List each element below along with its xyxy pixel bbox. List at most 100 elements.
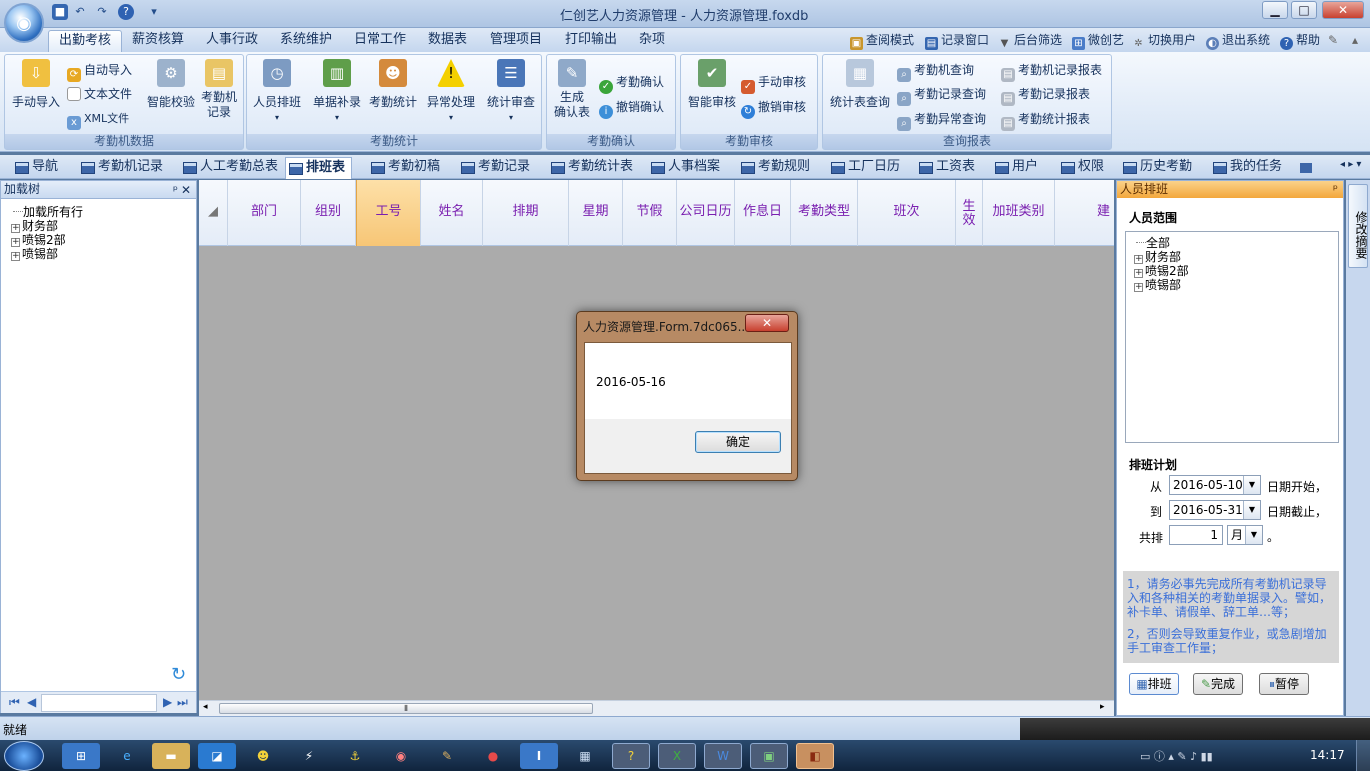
col-holiday[interactable]: 节假 [623, 180, 677, 246]
machine-report-button[interactable]: ▤ 考勤机记录报表 [1001, 61, 1102, 82]
dropdown-icon[interactable]: ▼ [1243, 476, 1260, 494]
text-file-button[interactable]: 文本文件 [67, 85, 132, 103]
page-input[interactable] [41, 694, 157, 712]
tab-schedule[interactable]: 排班表 [285, 157, 353, 179]
record-query-button[interactable]: ⌕ 考勤记录查询 [897, 85, 986, 106]
tab-payroll[interactable]: 薪资核算 [122, 30, 194, 52]
tab-daily[interactable]: 日常工作 [344, 30, 416, 52]
pause-button[interactable]: ⏸暂停 [1259, 673, 1309, 695]
done-button[interactable]: ✎完成 [1193, 673, 1243, 695]
exit-system-button[interactable]: ◐ 退出系统 [1206, 31, 1270, 50]
machine-query-button[interactable]: ⌕ 考勤机查询 [897, 61, 974, 82]
col-company-calendar[interactable]: 公司日历 [677, 180, 735, 246]
scope-item-pentin[interactable]: + 喷锡部 [1134, 276, 1181, 293]
pin-icon[interactable]: ᵖ [1333, 181, 1338, 197]
tab-personnel[interactable]: 人事档案 [648, 157, 720, 179]
machine-record-button[interactable]: ▤ 考勤机 记录 [197, 59, 241, 120]
ribbon-pin-icon[interactable]: ✎ [1328, 31, 1338, 49]
taskbar-ie-icon[interactable]: e [108, 743, 146, 769]
tray-icons[interactable]: ▭ ⓘ ▴ ✎ ♪ ▮▮ [1140, 748, 1213, 764]
scroll-thumb[interactable]: ⦀ [219, 703, 593, 714]
taskbar-anchor-icon[interactable]: ⚓ [336, 743, 374, 769]
prev-page-icon[interactable]: ◀ [27, 695, 36, 709]
help-icon[interactable]: ? [118, 4, 134, 20]
close-icon[interactable]: ✕ [181, 182, 191, 199]
taskbar-app-1[interactable]: ⊞ [62, 743, 100, 769]
total-count-input[interactable]: 1 [1169, 525, 1223, 545]
taskbar-qq-icon[interactable]: ☻ [244, 743, 282, 769]
col-name[interactable]: 姓名 [421, 180, 483, 246]
taskbar-calc-icon[interactable]: ▦ [566, 743, 604, 769]
grid-corner[interactable]: ◢ [199, 180, 228, 246]
tab-scroll-arrows[interactable]: ◂ ▸ ▾ [1340, 159, 1361, 170]
next-page-icon[interactable]: ▶ [163, 695, 172, 709]
taskbar-app-8[interactable]: ◉ [382, 743, 420, 769]
taskbar-thunder-icon[interactable]: ⚡ [290, 743, 328, 769]
manual-review-button[interactable]: ✓ 手动审核 [741, 73, 806, 94]
tab-users[interactable]: 用户 [992, 157, 1038, 179]
col-overtime-type[interactable]: 加班类别 [983, 180, 1055, 246]
doc-supplement-button[interactable]: ▥ 单据补录 ▾ [309, 59, 365, 125]
horizontal-scrollbar[interactable]: ◂ ⦀ ▸ [199, 700, 1114, 716]
switch-user-button[interactable]: ✲ 切换用户 [1132, 31, 1196, 49]
taskbar-app-13[interactable]: ? [612, 743, 650, 769]
col-attendance-type[interactable]: 考勤类型 [791, 180, 858, 246]
tab-manual-summary[interactable]: 人工考勤总表 [180, 157, 278, 179]
cancel-confirm-button[interactable]: i 撤销确认 [599, 98, 664, 119]
attendance-stats-button[interactable]: ☻ 考勤统计 [365, 59, 421, 110]
scroll-left-icon[interactable]: ◂ [203, 702, 208, 712]
tab-attendance[interactable]: 出勤考核 [48, 30, 123, 52]
col-schedule-date[interactable]: 排期 [483, 180, 569, 246]
weichuangyi-button[interactable]: ⊞ 微创艺 [1072, 31, 1124, 50]
col-employee-id[interactable]: 工号 [356, 180, 421, 246]
tab-datatable[interactable]: 数据表 [418, 30, 477, 52]
help-button[interactable]: ? 帮助 [1280, 31, 1320, 50]
dropdown-icon[interactable]: ▼ [1243, 501, 1260, 519]
save-icon[interactable]: ■ [52, 4, 68, 20]
undo-icon[interactable]: ↶ [72, 4, 88, 20]
taskbar-app-10[interactable]: ● [474, 743, 512, 769]
generate-confirm-table-button[interactable]: ✎ 生成 确认表 [549, 59, 595, 120]
smart-check-button[interactable]: ⚙ 智能校验 [143, 59, 199, 110]
edit-summary-tab[interactable]: 修改摘要 [1348, 184, 1368, 268]
tree-item-pentin[interactable]: + 喷锡部 [11, 245, 58, 262]
to-date-picker[interactable]: 2016-05-31 ▼ [1169, 500, 1261, 520]
tab-overflow-icon[interactable] [1300, 163, 1312, 173]
refresh-icon[interactable]: ↻ [171, 664, 186, 685]
last-page-icon[interactable]: ⏭ [177, 695, 188, 710]
ribbon-collapse-icon[interactable]: ▴ [1352, 31, 1358, 49]
auto-import-button[interactable]: ⟳ 自动导入 [67, 61, 132, 82]
show-desktop-button[interactable] [1356, 740, 1370, 771]
tab-hr-admin[interactable]: 人事行政 [196, 30, 268, 52]
tab-print[interactable]: 打印输出 [555, 30, 627, 52]
xml-file-button[interactable]: x XML文件 [67, 110, 129, 130]
col-effective[interactable]: 生效 [956, 180, 983, 246]
ok-button[interactable]: 确定 [695, 431, 781, 453]
taskbar-app-16[interactable]: ▣ [750, 743, 788, 769]
schedule-button[interactable]: ▦排班 [1129, 673, 1179, 695]
smart-review-button[interactable]: ✔ 智能审核 [683, 59, 741, 110]
tab-permissions[interactable]: 权限 [1058, 157, 1104, 179]
scroll-right-icon[interactable]: ▸ [1100, 702, 1105, 712]
background-filter-button[interactable]: ▼ 后台筛选 [998, 31, 1062, 49]
tab-machine-records[interactable]: 考勤机记录 [78, 157, 163, 179]
customize-qat-icon[interactable]: ▾ [146, 4, 162, 20]
exception-button[interactable]: ! 异常处理 ▾ [423, 59, 479, 125]
taskbar-word-icon[interactable]: W [704, 743, 742, 769]
expand-icon[interactable]: + [1134, 283, 1143, 292]
tab-draft[interactable]: 考勤初稿 [368, 157, 440, 179]
redo-icon[interactable]: ↷ [94, 4, 110, 20]
taskbar-hr-app-icon[interactable]: ◧ [796, 743, 834, 769]
start-button[interactable] [4, 741, 44, 771]
col-group[interactable]: 组别 [301, 180, 356, 246]
col-department[interactable]: 部门 [228, 180, 301, 246]
col-weekday[interactable]: 星期 [569, 180, 623, 246]
record-report-button[interactable]: ▤ 考勤记录报表 [1001, 85, 1090, 106]
record-window-button[interactable]: ▤ 记录窗口 [925, 31, 989, 50]
manual-import-button[interactable]: ⇩ 手动导入 [8, 59, 64, 110]
read-mode-button[interactable]: ▣ 查阅模式 [850, 31, 914, 50]
stats-review-button[interactable]: ☰ 统计审查 ▾ [483, 59, 539, 125]
close-button[interactable]: ✕ [1322, 1, 1364, 19]
tab-history[interactable]: 历史考勤 [1120, 157, 1192, 179]
cancel-review-button[interactable]: ↻ 撤销审核 [741, 98, 806, 119]
